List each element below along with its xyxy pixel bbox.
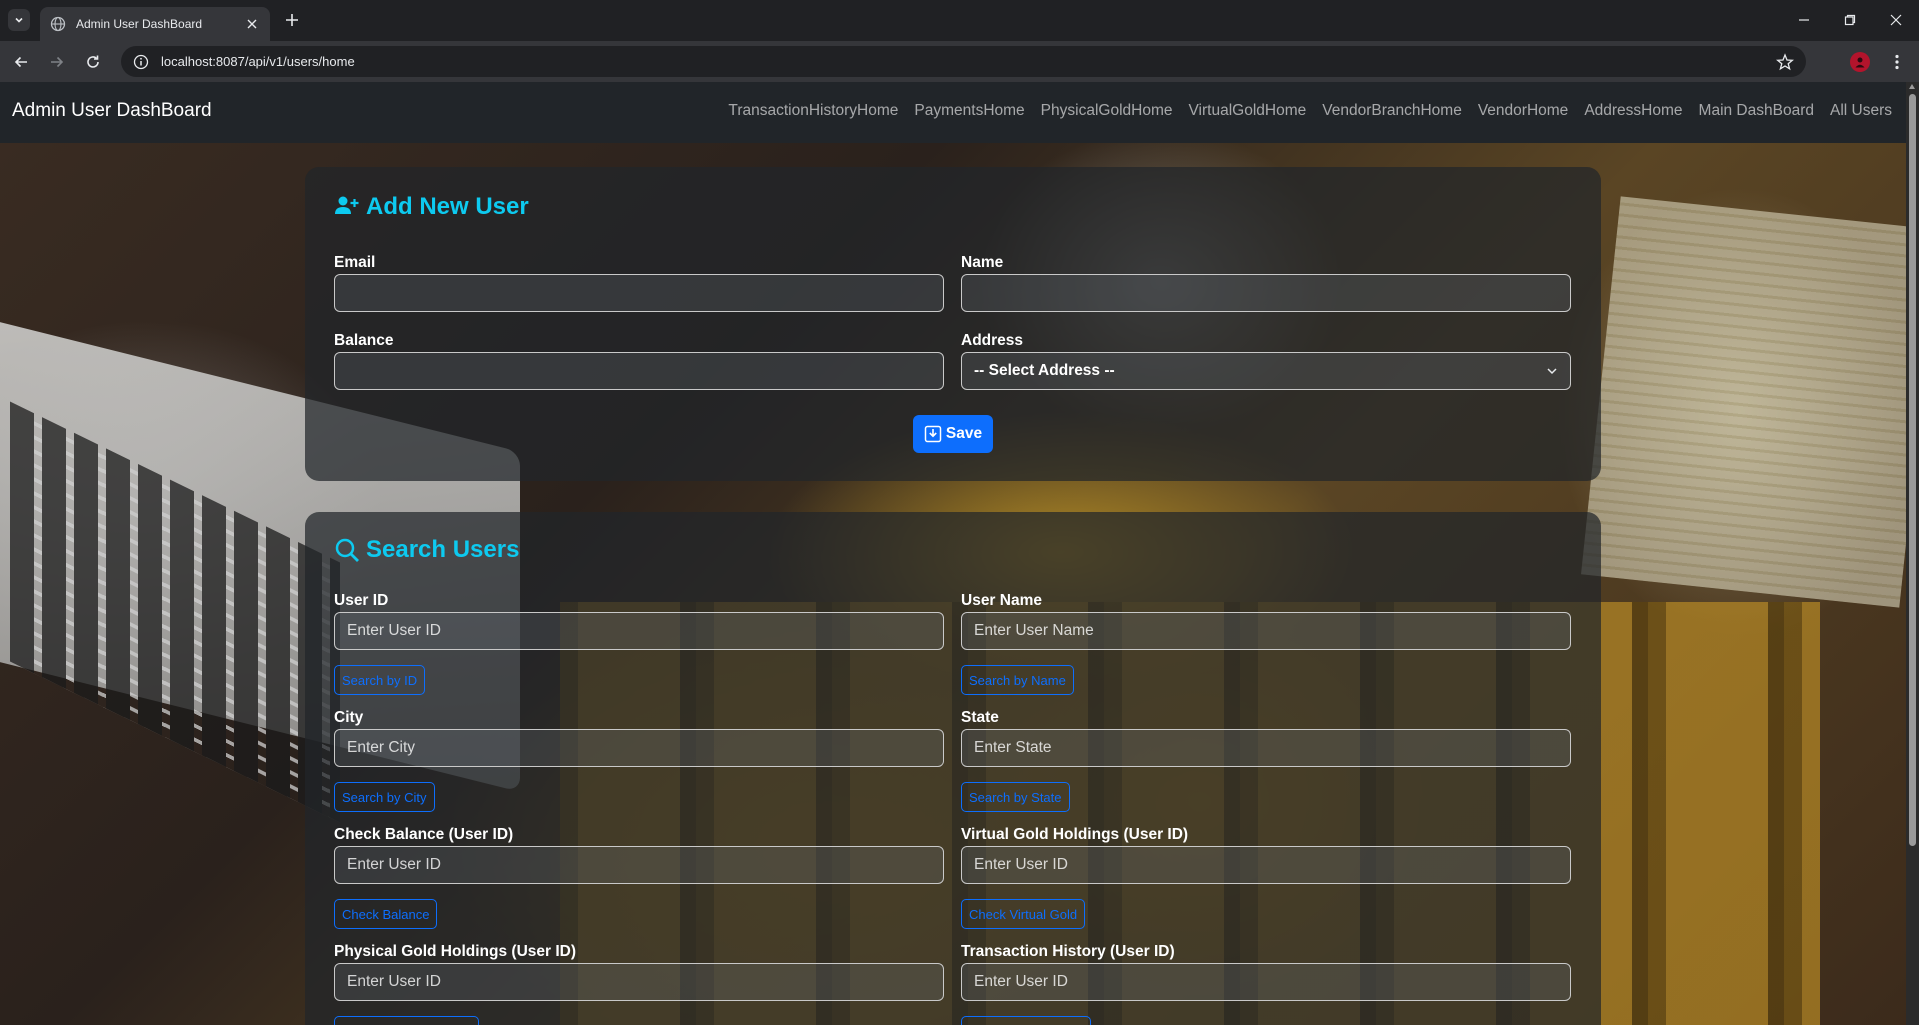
banknotes-image (1581, 196, 1919, 608)
site-info-icon[interactable] (133, 54, 149, 70)
arrow-right-icon (51, 56, 64, 68)
search-by-city-button[interactable]: Search by City (334, 782, 435, 812)
nav-link-transaction-history[interactable]: TransactionHistoryHome (720, 102, 906, 120)
plus-icon (286, 14, 298, 26)
globe-icon (50, 16, 66, 32)
user-name-input[interactable] (961, 612, 1571, 650)
avatar-icon (1855, 57, 1865, 68)
tab-title: Admin User DashBoard (76, 17, 203, 31)
transaction-history-input[interactable] (961, 963, 1571, 1001)
name-label: Name (961, 254, 1004, 271)
url-text: localhost:8087/api/v1/users/home (161, 54, 355, 69)
add-user-title-text: Add New User (366, 193, 529, 220)
email-label: Email (334, 254, 376, 271)
balance-field[interactable] (334, 352, 944, 390)
nav-link-vendor-branch[interactable]: VendorBranchHome (1314, 102, 1470, 120)
new-tab-button[interactable] (281, 9, 303, 31)
minimize-button[interactable] (1791, 8, 1817, 32)
navbar-links: TransactionHistoryHome PaymentsHome Phys… (720, 102, 1892, 120)
restore-button[interactable] (1837, 8, 1863, 32)
browser-tab[interactable]: Admin User DashBoard (40, 7, 270, 41)
search-by-state-button[interactable]: Search by State (961, 782, 1070, 812)
address-label: Address (961, 332, 1024, 349)
reload-icon (87, 55, 99, 68)
nav-link-payments[interactable]: PaymentsHome (906, 102, 1032, 120)
browser-tab-strip: Admin User DashBoard (0, 0, 1919, 41)
search-users-card: Search Users User ID Search by ID User N… (305, 512, 1601, 1025)
nav-link-virtual-gold[interactable]: VirtualGoldHome (1180, 102, 1314, 120)
user-plus-icon (334, 194, 360, 220)
check-balance-label: Check Balance (User ID) (334, 826, 514, 843)
check-balance-button[interactable]: Check Balance (334, 899, 438, 929)
forward-button[interactable] (45, 50, 69, 74)
scroll-up-arrow-icon[interactable] (1909, 84, 1915, 89)
save-download-icon (924, 425, 942, 443)
profile-avatar[interactable] (1850, 52, 1870, 72)
balance-label: Balance (334, 332, 394, 349)
nav-link-physical-gold[interactable]: PhysicalGoldHome (1033, 102, 1181, 120)
restore-icon (1844, 14, 1856, 26)
name-field[interactable] (961, 274, 1571, 312)
check-balance-input[interactable] (334, 846, 944, 884)
back-button[interactable] (9, 50, 33, 74)
virtual-gold-input[interactable] (961, 846, 1571, 884)
close-window-button[interactable] (1883, 8, 1909, 32)
chevron-down-icon (1547, 368, 1557, 375)
city-label: City (334, 709, 364, 726)
state-input[interactable] (961, 729, 1571, 767)
address-bar[interactable]: localhost:8087/api/v1/users/home (121, 46, 1806, 77)
nav-link-main-dashboard[interactable]: Main DashBoard (1691, 102, 1822, 120)
physical-gold-input[interactable] (334, 963, 944, 1001)
transaction-history-label: Transaction History (User ID) (961, 943, 1175, 960)
search-users-title: Search Users (334, 536, 519, 564)
scrollbar-thumb[interactable] (1909, 94, 1916, 846)
check-physical-gold-button[interactable] (334, 1016, 479, 1025)
close-icon (1890, 14, 1902, 26)
page-viewport: Admin User DashBoard TransactionHistoryH… (0, 82, 1919, 1025)
add-user-title: Add New User (334, 193, 529, 221)
user-id-label: User ID (334, 592, 389, 609)
transaction-history-button[interactable] (961, 1016, 1091, 1025)
search-icon (334, 537, 360, 563)
more-vertical-icon (1895, 54, 1899, 70)
virtual-gold-label: Virtual Gold Holdings (User ID) (961, 826, 1189, 843)
nav-link-all-users[interactable]: All Users (1822, 102, 1892, 120)
city-input[interactable] (334, 729, 944, 767)
top-navbar: Admin User DashBoard TransactionHistoryH… (0, 82, 1919, 143)
save-label: Save (945, 425, 983, 442)
check-virtual-gold-button[interactable]: Check Virtual Gold (961, 899, 1086, 929)
save-button[interactable]: Save (913, 415, 993, 453)
browser-toolbar: localhost:8087/api/v1/users/home (0, 41, 1919, 82)
tab-search-button[interactable] (8, 9, 30, 31)
reload-button[interactable] (81, 50, 105, 74)
close-icon[interactable] (244, 16, 260, 32)
arrow-left-icon (14, 56, 27, 68)
search-by-name-button[interactable]: Search by Name (961, 665, 1074, 695)
nav-link-address[interactable]: AddressHome (1576, 102, 1690, 120)
add-user-card: Add New User Email Name Balance Address … (305, 167, 1601, 481)
search-users-title-text: Search Users (366, 536, 520, 563)
search-by-id-button[interactable]: Search by ID (334, 665, 426, 695)
nav-link-vendor[interactable]: VendorHome (1470, 102, 1576, 120)
address-select[interactable]: -- Select Address -- (961, 352, 1571, 390)
navbar-brand[interactable]: Admin User DashBoard (12, 100, 212, 122)
user-name-label: User Name (961, 592, 1042, 609)
address-select-value: -- Select Address -- (974, 362, 1115, 379)
bookmark-star-icon[interactable] (1776, 53, 1794, 71)
page-scrollbar[interactable] (1906, 82, 1919, 1025)
email-field[interactable] (334, 274, 944, 312)
chevron-down-icon (15, 17, 23, 23)
user-id-input[interactable] (334, 612, 944, 650)
browser-menu-button[interactable] (1887, 50, 1907, 74)
minimize-icon (1799, 19, 1809, 21)
physical-gold-label: Physical Gold Holdings (User ID) (334, 943, 577, 960)
state-label: State (961, 709, 999, 726)
